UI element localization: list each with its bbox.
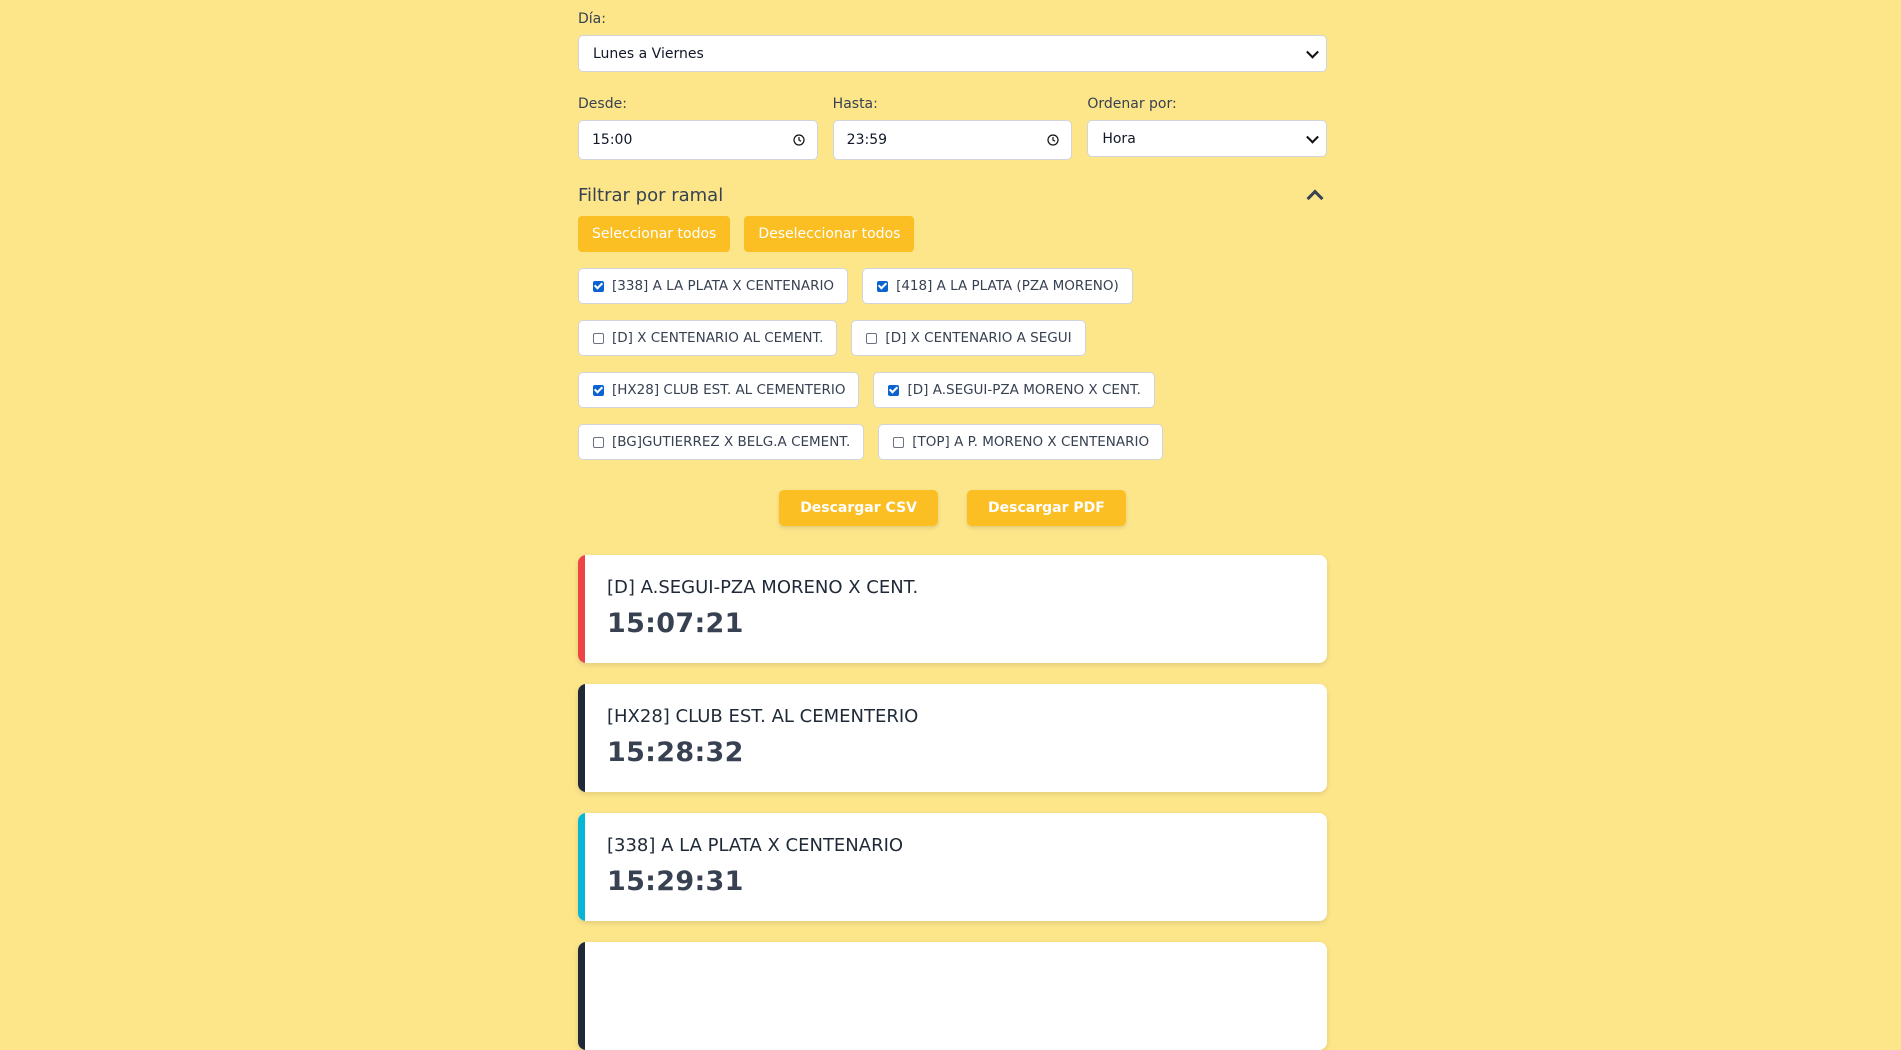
checkbox[interactable] (893, 436, 905, 448)
checkbox[interactable] (877, 280, 889, 292)
hasta-time-input[interactable]: 23:59 (832, 120, 1073, 160)
ramal-checkbox-label: [D] X CENTENARIO AL CEMENT. (612, 330, 824, 346)
hasta-label: Hasta: (832, 96, 878, 112)
ramal-checkbox-label: [BG]GUTIERREZ X BELG.A CEMENT. (612, 434, 851, 450)
filter-title: Filtrar por ramal (578, 184, 724, 206)
dia-group: Día: Lunes a Viernes (578, 11, 1327, 72)
result-time: 15:07:21 (607, 608, 744, 639)
result-ramal: [HX28] CLUB EST. AL CEMENTERIO (607, 706, 919, 727)
dia-select-value: Lunes a Viernes (593, 45, 704, 62)
checkbox[interactable] (593, 332, 604, 344)
chevron-down-icon (1306, 45, 1319, 59)
desde-label: Desde: (578, 96, 627, 112)
download-actions: Descargar CSV Descargar PDF (578, 490, 1327, 526)
hasta-group: Hasta: 23:59 (832, 96, 1073, 160)
result-ramal: [D] A.SEGUI-PZA MORENO X CENT. (607, 577, 919, 598)
ramal-checkbox-list: [338] A LA PLATA X CENTENARIO [418] A LA… (578, 268, 1198, 460)
result-card (578, 942, 1327, 1050)
chevron-down-icon (1306, 130, 1319, 144)
result-card: [HX28] CLUB EST. AL CEMENTERIO 15:28:32 (578, 684, 1327, 792)
dia-select[interactable]: Lunes a Viernes (578, 35, 1327, 72)
ordenar-select-value: Hora (1102, 130, 1136, 147)
checkbox[interactable] (593, 384, 604, 396)
result-card: [D] A.SEGUI-PZA MORENO X CENT. 15:07:21 (578, 555, 1327, 663)
result-time: 15:28:32 (607, 737, 744, 768)
desde-group: Desde: 15:00 (578, 96, 818, 160)
ramal-checkbox[interactable]: [D] A.SEGUI-PZA MORENO X CENT. (873, 372, 1155, 408)
ramal-color-bar (578, 813, 585, 921)
ordenar-select[interactable]: Hora (1087, 120, 1328, 157)
clock-icon[interactable] (1047, 134, 1059, 146)
ramal-checkbox[interactable]: [D] X CENTENARIO A SEGUI (851, 320, 1086, 356)
filter-header[interactable]: Filtrar por ramal (578, 183, 1327, 207)
checkbox[interactable] (593, 436, 604, 448)
dia-label: Día: (578, 11, 606, 27)
desde-value: 15:00 (592, 132, 633, 148)
select-all-button[interactable]: Seleccionar todos (578, 216, 731, 252)
results-list: [D] A.SEGUI-PZA MORENO X CENT. 15:07:21 … (578, 555, 1327, 1050)
ramal-color-bar (578, 942, 585, 1050)
ordenar-label: Ordenar por: (1087, 96, 1177, 112)
ramal-checkbox-label: [HX28] CLUB EST. AL CEMENTERIO (612, 382, 846, 398)
ramal-checkbox[interactable]: [BG]GUTIERREZ X BELG.A CEMENT. (578, 424, 865, 460)
checkbox[interactable] (888, 384, 900, 396)
ramal-checkbox[interactable]: [HX28] CLUB EST. AL CEMENTERIO (578, 372, 860, 408)
ramal-checkbox[interactable]: [338] A LA PLATA X CENTENARIO (578, 268, 849, 304)
ordenar-group: Ordenar por: Hora (1087, 96, 1328, 160)
ramal-checkbox-label: [D] X CENTENARIO A SEGUI (885, 330, 1072, 346)
chevron-up-icon[interactable] (1306, 189, 1324, 207)
ramal-checkbox-label: [D] A.SEGUI-PZA MORENO X CENT. (907, 382, 1141, 398)
ramal-checkbox-label: [TOP] A P. MORENO X CENTENARIO (912, 434, 1150, 450)
result-time: 15:29:31 (607, 866, 744, 897)
filter-actions: Seleccionar todos Deseleccionar todos (578, 216, 1327, 252)
ramal-color-bar (578, 684, 585, 792)
ramal-checkbox-label: [418] A LA PLATA (PZA MORENO) (896, 278, 1119, 294)
checkbox[interactable] (593, 280, 604, 292)
hasta-value: 23:59 (846, 132, 888, 148)
ramal-checkbox[interactable]: [418] A LA PLATA (PZA MORENO) (862, 268, 1133, 304)
deselect-all-button[interactable]: Deseleccionar todos (744, 216, 915, 252)
ramal-checkbox[interactable]: [D] X CENTENARIO AL CEMENT. (578, 320, 838, 356)
result-card: [338] A LA PLATA X CENTENARIO 15:29:31 (578, 813, 1327, 921)
desde-time-input[interactable]: 15:00 (578, 120, 818, 160)
schedule-form: Día: Lunes a Viernes Desde: 15:00 Hasta:… (578, 0, 1328, 1050)
result-ramal: [338] A LA PLATA X CENTENARIO (607, 835, 904, 856)
clock-icon[interactable] (793, 134, 805, 146)
download-csv-button[interactable]: Descargar CSV (779, 490, 938, 526)
ramal-checkbox[interactable]: [TOP] A P. MORENO X CENTENARIO (878, 424, 1164, 460)
download-pdf-button[interactable]: Descargar PDF (967, 490, 1126, 526)
checkbox[interactable] (866, 332, 878, 344)
ramal-checkbox-label: [338] A LA PLATA X CENTENARIO (612, 278, 835, 294)
time-filters-row: Desde: 15:00 Hasta: 23:59 Ordenar por: H… (578, 96, 1328, 160)
ramal-color-bar (578, 555, 585, 663)
